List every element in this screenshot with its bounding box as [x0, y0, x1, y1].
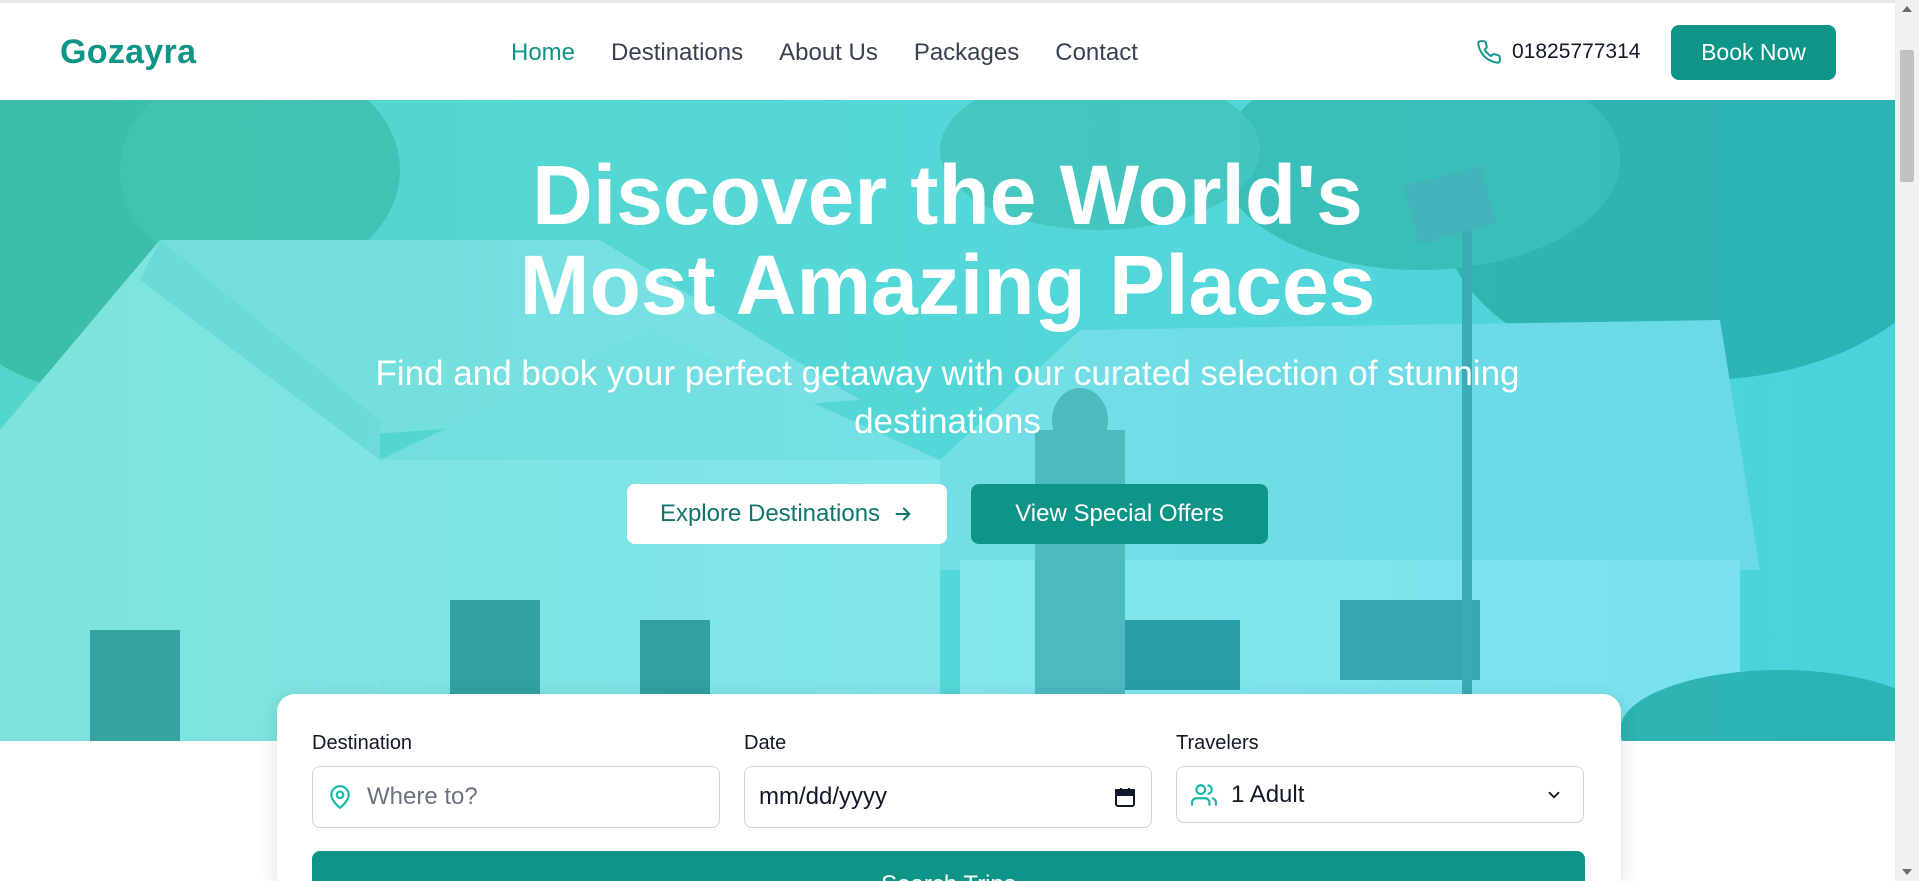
- scroll-up-arrow[interactable]: [1902, 6, 1912, 12]
- nav-packages[interactable]: Packages: [914, 39, 1019, 67]
- date-label: Date: [744, 732, 787, 754]
- travelers-label: Travelers: [1176, 732, 1259, 754]
- explore-destinations-label: Explore Destinations: [659, 500, 881, 527]
- destination-label: Destination: [312, 732, 413, 754]
- hero-section: Discover the World's Most Amazing Places…: [0, 100, 1895, 741]
- date-field[interactable]: mm/dd/yyyy: [744, 766, 1152, 828]
- main-nav: Home Destinations About Us Packages Cont…: [511, 39, 1174, 67]
- hero-title-line-1: Discover the World's: [532, 148, 1363, 242]
- nav-about-us[interactable]: About Us: [779, 39, 878, 67]
- destination-input[interactable]: [367, 783, 687, 811]
- search-card: Destination Date mm/dd/yyyy Travelers 1 …: [277, 694, 1621, 881]
- phone-icon: [1477, 40, 1501, 64]
- page-scrollbar[interactable]: [1895, 0, 1919, 881]
- nav-home[interactable]: Home: [511, 39, 575, 67]
- hero-title: Discover the World's Most Amazing Places: [0, 150, 1895, 330]
- nav-destinations[interactable]: Destinations: [611, 39, 743, 67]
- site-header: Gozayra Home Destinations About Us Packa…: [0, 3, 1895, 100]
- hero-title-line-2: Most Amazing Places: [519, 238, 1376, 332]
- scroll-thumb[interactable]: [1900, 50, 1914, 182]
- users-icon: [1191, 783, 1217, 806]
- date-input[interactable]: mm/dd/yyyy: [759, 783, 1113, 811]
- search-trips-button[interactable]: Search Trips: [312, 851, 1585, 881]
- arrow-right-icon: [895, 507, 911, 521]
- hero-subtitle: Find and book your perfect getaway with …: [375, 354, 1520, 441]
- calendar-icon[interactable]: [1113, 785, 1137, 809]
- travelers-select[interactable]: 1 Adult: [1176, 766, 1584, 823]
- phone-contact[interactable]: 01825777314: [1476, 39, 1640, 65]
- destination-field[interactable]: [312, 766, 720, 828]
- map-pin-icon: [330, 785, 350, 809]
- view-special-offers-button[interactable]: View Special Offers: [971, 484, 1268, 544]
- scroll-down-arrow[interactable]: [1902, 869, 1912, 875]
- nav-contact[interactable]: Contact: [1055, 39, 1138, 67]
- travelers-value: 1 Adult: [1231, 780, 1305, 808]
- chevron-down-icon: [1548, 791, 1560, 798]
- explore-destinations-button[interactable]: Explore Destinations: [627, 484, 947, 544]
- book-now-button[interactable]: Book Now: [1671, 25, 1836, 80]
- phone-number: 01825777314: [1512, 40, 1641, 63]
- logo[interactable]: Gozayra: [60, 33, 196, 72]
